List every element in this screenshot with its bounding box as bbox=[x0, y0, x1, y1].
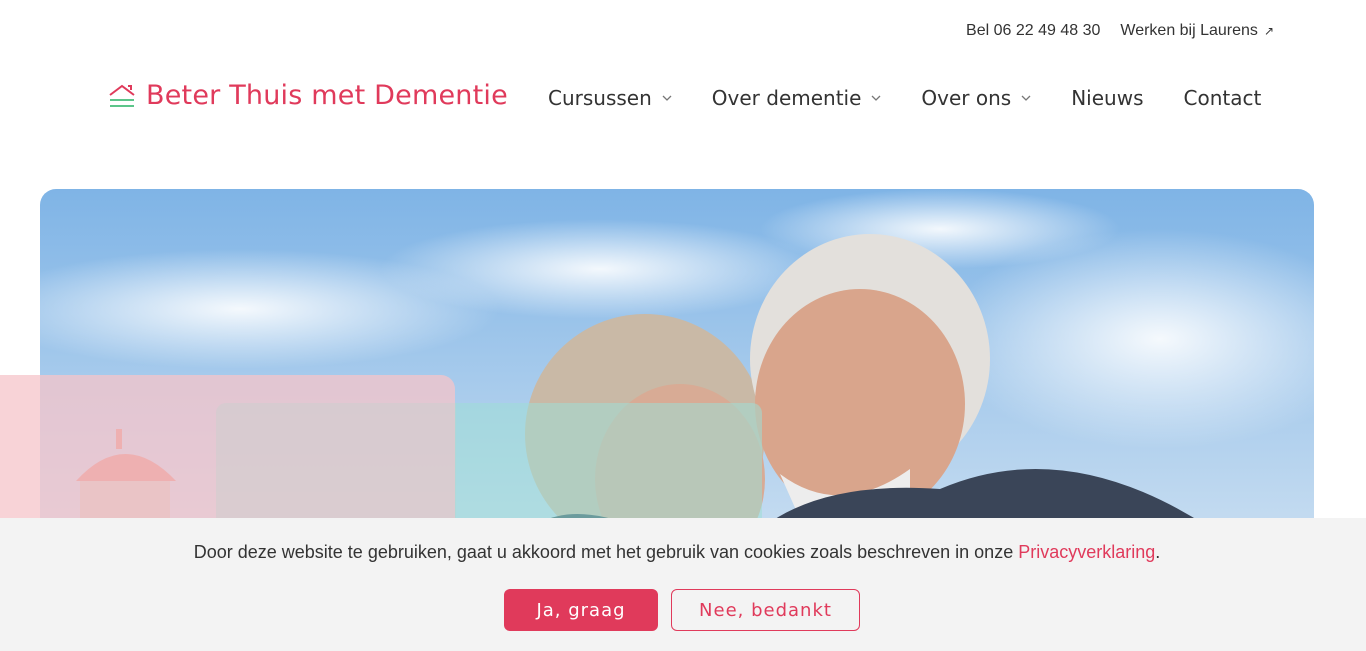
logo-text: Beter Thuis met Dementie bbox=[146, 80, 508, 111]
nav-item-label: Cursussen bbox=[548, 86, 652, 110]
accept-cookies-button[interactable]: Ja, graag bbox=[504, 589, 658, 631]
privacy-link[interactable]: Privacyverklaring bbox=[1018, 542, 1155, 562]
cookie-banner: Door deze website te gebruiken, gaat u a… bbox=[0, 518, 1366, 651]
cookie-message: Door deze website te gebruiken, gaat u a… bbox=[0, 542, 1354, 563]
main-nav: Cursussen Over dementie Over ons Nieuws … bbox=[548, 86, 1261, 110]
nav-item-over-dementie[interactable]: Over dementie bbox=[712, 86, 882, 110]
external-arrow-icon: ↗ bbox=[1263, 24, 1274, 38]
jobs-link-label: Werken bij Laurens bbox=[1120, 22, 1258, 39]
phone-link[interactable]: Bel 06 22 49 48 30 bbox=[966, 22, 1100, 40]
chevron-down-icon bbox=[1021, 95, 1031, 101]
nav-item-over-ons[interactable]: Over ons bbox=[921, 86, 1031, 110]
jobs-link[interactable]: Werken bij Laurens ↗ bbox=[1120, 22, 1274, 40]
site-logo[interactable]: Beter Thuis met Dementie bbox=[108, 80, 508, 111]
house-roof-icon bbox=[108, 83, 136, 109]
nav-item-label: Over dementie bbox=[711, 86, 862, 110]
cookie-suffix: . bbox=[1155, 542, 1161, 562]
nav-item-cursussen[interactable]: Cursussen bbox=[548, 86, 672, 110]
top-utility-bar: Bel 06 22 49 48 30 Werken bij Laurens ↗ bbox=[966, 22, 1274, 40]
chevron-down-icon bbox=[662, 95, 672, 101]
nav-item-label: Contact bbox=[1183, 86, 1262, 110]
nav-item-label: Nieuws bbox=[1071, 86, 1144, 110]
chevron-down-icon bbox=[871, 95, 881, 101]
nav-item-nieuws[interactable]: Nieuws bbox=[1071, 86, 1143, 110]
decline-cookies-button[interactable]: Nee, bedankt bbox=[671, 589, 860, 631]
nav-item-label: Over ons bbox=[921, 86, 1012, 110]
cookie-text: Door deze website te gebruiken, gaat u a… bbox=[193, 542, 1019, 562]
nav-item-contact[interactable]: Contact bbox=[1184, 86, 1262, 110]
